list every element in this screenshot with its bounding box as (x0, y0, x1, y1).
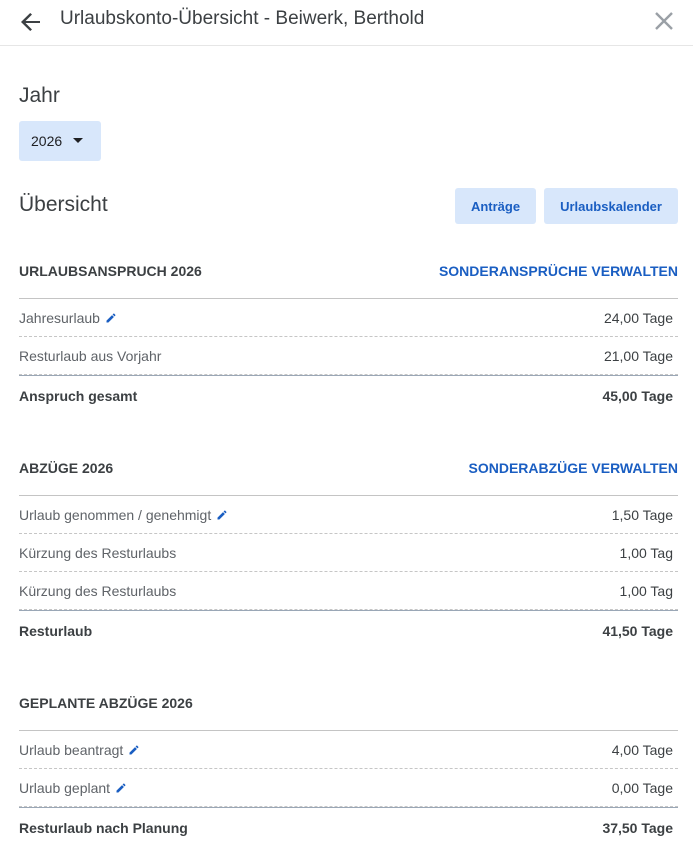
year-select[interactable]: 2026 (19, 121, 101, 161)
total-row: Resturlaub 41,50 Tage (19, 610, 678, 649)
total-value: 45,00 Tage (602, 388, 673, 404)
row-label: Kürzung des Resturlaubs (19, 545, 177, 561)
geplant-section: GEPLANTE ABZÜGE 2026 Urlaub beantragt 4,… (19, 695, 678, 846)
row-label: Kürzung des Resturlaubs (19, 583, 177, 599)
urlaubskalender-button[interactable]: Urlaubskalender (544, 188, 678, 224)
pencil-icon[interactable] (115, 782, 127, 794)
total-value: 41,50 Tage (602, 623, 673, 639)
list-item: Urlaub geplant 0,00 Tage (19, 769, 678, 807)
close-button[interactable] (650, 7, 678, 35)
row-value: 1,00 Tag (619, 583, 673, 599)
total-label: Resturlaub (19, 623, 93, 639)
total-row: Resturlaub nach Planung 37,50 Tage (19, 807, 678, 846)
row-value: 4,00 Tage (611, 742, 673, 758)
row-label: Resturlaub aus Vorjahr (19, 348, 162, 364)
dialog-header: Urlaubskonto-Übersicht - Beiwerk, Bertho… (0, 0, 693, 46)
list-item: Kürzung des Resturlaubs 1,00 Tag (19, 534, 678, 572)
back-button[interactable] (16, 7, 46, 37)
arrow-back-icon (21, 13, 40, 31)
row-label: Urlaub genommen / genehmigt (19, 507, 228, 523)
row-label: Jahresurlaub (19, 310, 117, 326)
list-item: Urlaub genommen / genehmigt 1,50 Tage (19, 496, 678, 534)
dropdown-caret-icon (73, 138, 83, 143)
list-item: Kürzung des Resturlaubs 1,00 Tag (19, 572, 678, 610)
pencil-icon[interactable] (105, 312, 117, 324)
overview-heading: Übersicht (19, 193, 108, 216)
abzuege-section: ABZÜGE 2026 SONDERABZÜGE VERWALTEN Urlau… (19, 460, 678, 649)
abzuege-title: ABZÜGE 2026 (19, 460, 114, 476)
dialog-title: Urlaubskonto-Übersicht - Beiwerk, Bertho… (60, 8, 425, 29)
list-item: Jahresurlaub 24,00 Tage (19, 299, 678, 337)
close-icon (655, 12, 673, 30)
pencil-icon[interactable] (216, 509, 228, 521)
total-row: Anspruch gesamt 45,00 Tage (19, 375, 678, 414)
row-value: 21,00 Tage (603, 348, 673, 364)
list-item: Urlaub beantragt 4,00 Tage (19, 731, 678, 769)
pencil-icon[interactable] (128, 744, 140, 756)
row-label: Urlaub beantragt (19, 742, 140, 758)
geplant-header: GEPLANTE ABZÜGE 2026 (19, 695, 678, 731)
row-value: 1,50 Tage (611, 507, 673, 523)
anspruch-header: URLAUBSANSPRUCH 2026 SONDERANSPRÜCHE VER… (19, 263, 678, 299)
anspruch-section: URLAUBSANSPRUCH 2026 SONDERANSPRÜCHE VER… (19, 263, 678, 414)
total-label: Resturlaub nach Planung (19, 820, 188, 836)
year-select-value: 2026 (31, 133, 63, 149)
abzuege-header: ABZÜGE 2026 SONDERABZÜGE VERWALTEN (19, 460, 678, 496)
total-value: 37,50 Tage (602, 820, 673, 836)
row-value: 0,00 Tage (611, 780, 673, 796)
year-heading: Jahr (19, 84, 60, 107)
row-value: 24,00 Tage (603, 310, 673, 326)
list-item: Resturlaub aus Vorjahr 21,00 Tage (19, 337, 678, 375)
row-label: Urlaub geplant (19, 780, 127, 796)
sonderansprueche-link[interactable]: SONDERANSPRÜCHE VERWALTEN (439, 263, 678, 279)
anspruch-title: URLAUBSANSPRUCH 2026 (19, 263, 202, 279)
geplant-title: GEPLANTE ABZÜGE 2026 (19, 695, 193, 711)
antraege-button[interactable]: Anträge (455, 188, 536, 224)
sonderabzuege-link[interactable]: SONDERABZÜGE VERWALTEN (469, 460, 679, 476)
total-label: Anspruch gesamt (19, 388, 138, 404)
row-value: 1,00 Tag (619, 545, 673, 561)
